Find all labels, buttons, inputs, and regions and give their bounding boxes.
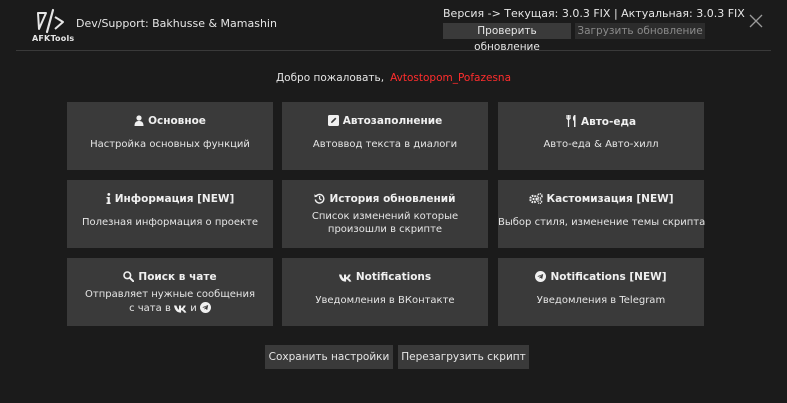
tile-title: Основное <box>148 115 206 127</box>
tile-description-part: и <box>190 302 197 314</box>
user-icon <box>134 115 144 129</box>
tile-update-history[interactable]: История обновлений Список изменений кото… <box>282 180 488 248</box>
info-icon <box>106 193 111 207</box>
edit-icon <box>327 115 339 129</box>
close-icon[interactable] <box>748 13 764 29</box>
tile-description: Уведомления в Telegram <box>536 295 666 306</box>
vk-icon <box>174 305 187 318</box>
tile-description: Отправляет нужные сообщения с чата в и <box>67 289 273 317</box>
version-text: Версия -> Текущая: 3.0.3 FIX | Актуальна… <box>443 7 745 20</box>
tile-description-line: Список изменений которые <box>311 211 459 222</box>
check-update-button[interactable]: Проверить обновление <box>443 23 571 53</box>
tile-description-line: Отправляет нужные сообщения <box>85 289 255 300</box>
welcome-text: Добро пожаловать, <box>275 72 385 84</box>
dev-support-text: Dev/Support: Bakhusse & Mamashin <box>76 17 277 30</box>
tile-description: Настройка основных функций <box>90 139 250 150</box>
reload-script-button[interactable]: Перезагрузить скрипт <box>398 345 529 369</box>
tile-auto-food[interactable]: Авто-еда Авто-еда & Авто-хилл <box>498 102 704 170</box>
utensils-icon <box>566 115 577 130</box>
username: Avtostopom_Pofazesna <box>390 72 512 84</box>
tile-telegram-notifications[interactable]: Notifications [NEW] Уведомления в Telegr… <box>498 258 704 326</box>
tile-title: Информация [NEW] <box>114 193 235 205</box>
tile-description-line: произошли в скрипте <box>327 223 443 235</box>
tile-description-line: с чата в и <box>67 301 273 318</box>
tile-title: Notifications <box>355 271 432 283</box>
logo-text: AFKTools <box>32 34 75 43</box>
tile-title: Поиск в чате <box>138 271 217 283</box>
tile-description: Уведомления в ВКонтакте <box>315 295 455 306</box>
header: AFKTools Dev/Support: Bakhusse & Mamashi… <box>0 0 787 53</box>
tile-description: Выбор стиля, изменение темы скрипта <box>498 217 706 228</box>
tile-description: Автоввод текста в диалоги <box>312 139 458 150</box>
tile-description: Список изменений которые произошли в скр… <box>282 211 488 236</box>
header-divider <box>16 50 771 51</box>
tile-autofill[interactable]: Автозаполнение Автоввод текста в диалоги <box>282 102 488 170</box>
tile-title: История обновлений <box>329 193 456 205</box>
tile-title: Авто-еда <box>580 116 637 128</box>
tile-main-settings[interactable]: Основное Настройка основных функций <box>67 102 273 170</box>
telegram-icon <box>535 271 547 285</box>
download-update-button[interactable]: Загрузить обновление <box>575 23 705 39</box>
gears-icon <box>528 192 543 207</box>
tile-title: Notifications [NEW] <box>550 271 667 283</box>
tile-chat-search[interactable]: Поиск в чате Отправляет нужные сообщения… <box>67 258 273 326</box>
tile-customization[interactable]: Кастомизация [NEW] Выбор стиля, изменени… <box>498 180 706 248</box>
tile-description: Полезная информация о проекте <box>81 217 259 228</box>
vk-icon <box>338 273 352 285</box>
telegram-icon <box>199 301 211 318</box>
tile-description: Авто-еда & Авто-хилл <box>543 139 659 150</box>
save-settings-button[interactable]: Сохранить настройки <box>265 345 393 369</box>
tile-information[interactable]: Информация [NEW] Полезная информация о п… <box>67 180 273 248</box>
history-icon <box>314 193 325 207</box>
tile-vk-notifications[interactable]: Notifications Уведомления в ВКонтакте <box>282 258 488 326</box>
tile-title: Автозаполнение <box>342 115 443 127</box>
tile-description-part: с чата в <box>129 302 171 314</box>
tile-title: Кастомизация [NEW] <box>546 193 674 205</box>
welcome-line: Добро пожаловать, Avtostopom_Pofazesna <box>0 72 787 84</box>
search-icon <box>123 271 135 285</box>
